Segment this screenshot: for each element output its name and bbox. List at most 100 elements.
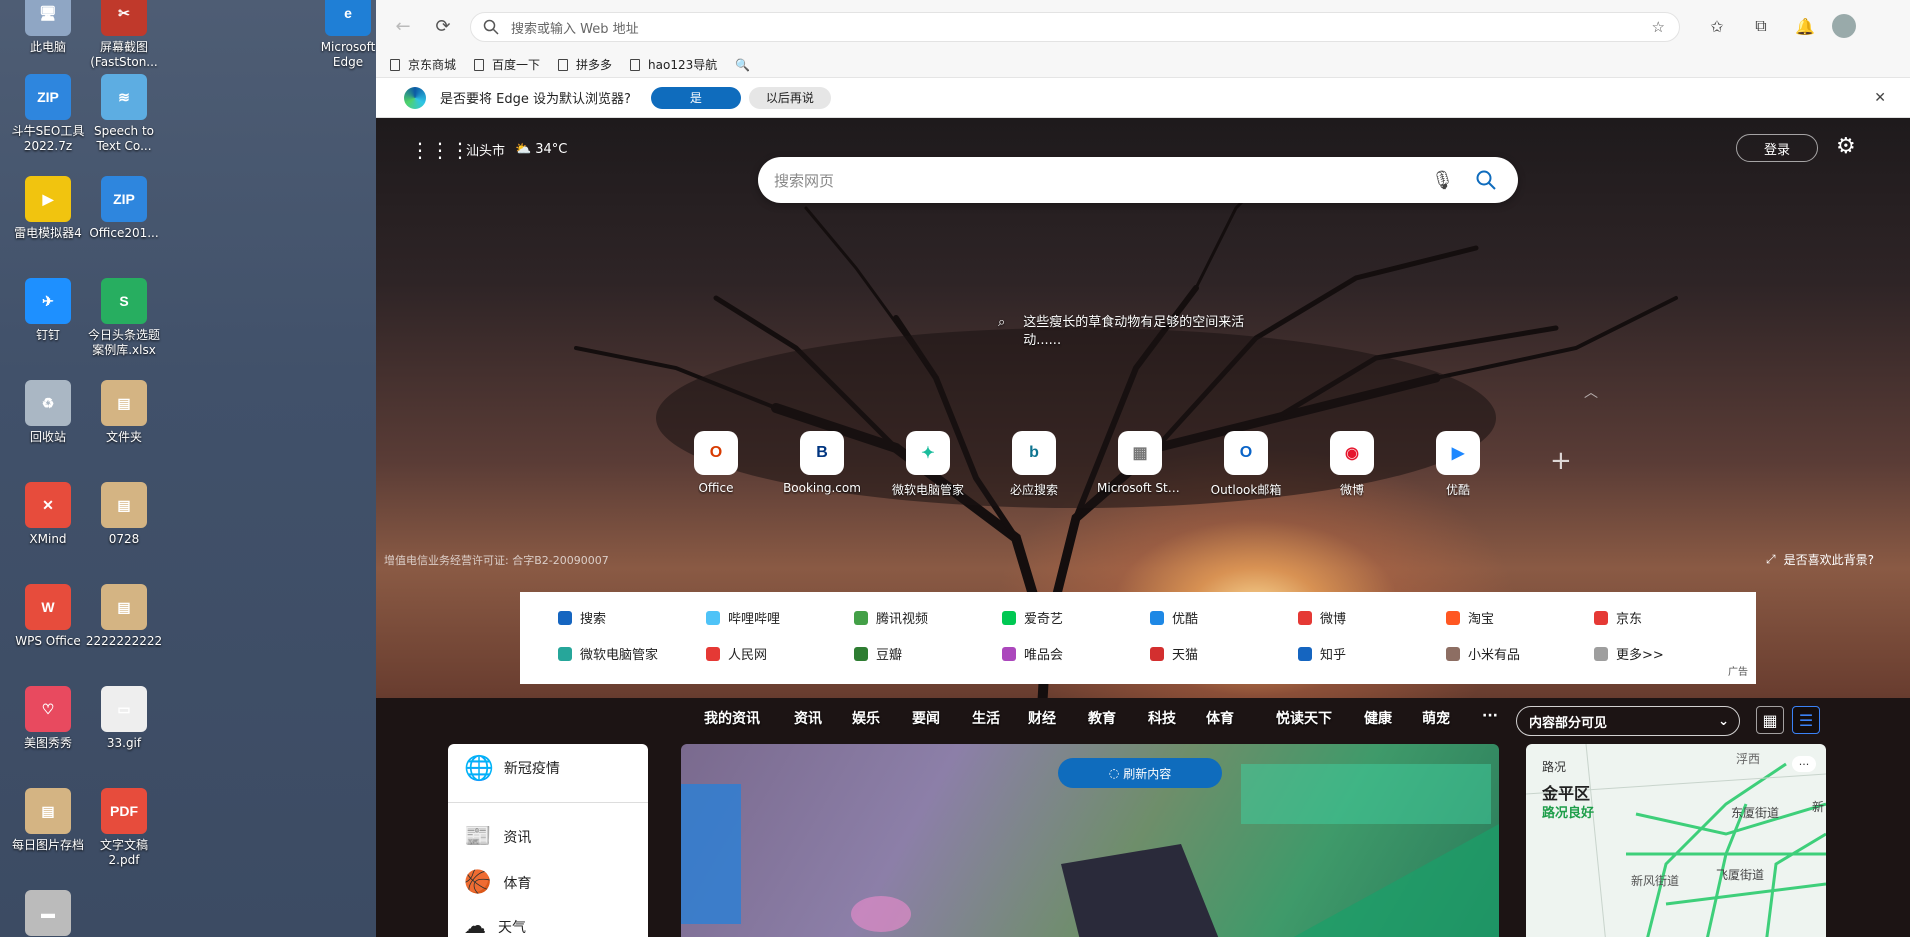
desktop-icon[interactable]: ▤ 每日图片存档 — [10, 788, 86, 853]
desktop-icon[interactable]: W WPS Office — [10, 584, 86, 649]
feed-category-tab[interactable]: ··· — [1482, 708, 1498, 724]
list-view-icon[interactable]: ☰ — [1792, 706, 1820, 734]
notifications-icon[interactable]: 🔔 — [1794, 15, 1816, 37]
desktop-icon-label: WPS Office — [15, 634, 81, 648]
desktop-icon[interactable]: ZIP 斗牛SEO工具 2022.7z — [10, 74, 86, 154]
quick-link-label: 微软电脑管家 — [891, 483, 964, 497]
desktop-icon[interactable]: e Microsoft Edge — [310, 0, 386, 70]
feed-category-tab[interactable]: 健康 — [1364, 708, 1392, 728]
topic-news[interactable]: 📰 资讯 — [464, 824, 531, 849]
favorite-item[interactable]: 百度一下 — [474, 56, 540, 73]
desktop-icon[interactable]: ▶ 雷电模拟器4 — [10, 176, 86, 241]
back-icon[interactable]: ← — [390, 13, 416, 39]
site-link[interactable]: 优酷 — [1150, 608, 1198, 627]
image-caption[interactable]: ⌕ 这些瘦长的草食动物有足够的空间来活动...... — [998, 314, 1258, 350]
desktop-icon[interactable]: ✂ 屏幕截图 (FastSton... — [86, 0, 162, 70]
topic-weather[interactable]: ☁ 天气 — [464, 914, 526, 937]
site-link[interactable]: 搜索 — [558, 608, 606, 627]
web-search-box[interactable]: 搜索网页 🎙 — [758, 157, 1518, 203]
desktop-icon[interactable]: PDF 文字文稿 2.pdf — [86, 788, 162, 868]
settings-gear-icon[interactable]: ⚙ — [1836, 134, 1856, 159]
site-link[interactable]: 微博 — [1298, 608, 1346, 627]
desktop-app-icon: e — [325, 0, 371, 36]
desktop-icon[interactable]: S 今日头条选题 案例库.xlsx — [86, 278, 162, 358]
refresh-icon[interactable]: ⟳ — [430, 13, 456, 39]
desktop-icon[interactable]: ≋ Speech to Text Co... — [86, 74, 162, 154]
feed-category-tab[interactable]: 科技 — [1148, 708, 1176, 728]
site-link[interactable]: 爱奇艺 — [1002, 608, 1063, 627]
feed-category-tab[interactable]: 财经 — [1028, 708, 1056, 728]
ask-later-button[interactable]: 以后再说 — [748, 86, 831, 109]
favorite-item[interactable]: 京东商城 — [390, 56, 456, 73]
topic-sports[interactable]: 🏀 体育 — [464, 870, 531, 895]
quick-link-tile[interactable]: b 必应搜索 — [991, 431, 1077, 498]
apps-grid-icon[interactable]: ⋮⋮⋮ — [410, 138, 470, 162]
favorites-icon[interactable]: ✩ — [1706, 15, 1728, 37]
site-link[interactable]: 人民网 — [706, 644, 767, 663]
site-link[interactable]: 唯品会 — [1002, 644, 1063, 663]
site-link[interactable]: 小米有品 — [1446, 644, 1520, 663]
close-infobar-icon[interactable]: ✕ — [1874, 90, 1886, 106]
weather-widget[interactable]: 汕头市 ⛅ 34°C — [466, 140, 567, 159]
more-options-icon[interactable]: ··· — [1792, 756, 1816, 772]
desktop-icon[interactable]: ✕ XMind — [10, 482, 86, 547]
site-link[interactable]: 京东 — [1594, 608, 1642, 627]
feed-category-tab[interactable]: 体育 — [1206, 708, 1234, 728]
address-bar[interactable]: 搜索或输入 Web 地址 ☆ — [470, 12, 1680, 42]
topic-covid[interactable]: 🌐 新冠疫情 — [464, 754, 560, 782]
content-visibility-select[interactable]: 内容部分可见 ⌄ — [1516, 706, 1740, 736]
desktop-icon[interactable]: ♡ 美图秀秀 — [10, 686, 86, 751]
microphone-icon[interactable]: 🎙 — [1431, 170, 1454, 191]
like-background-link[interactable]: ⤢ 是否喜欢此背景? — [1766, 551, 1874, 568]
desktop-icon[interactable]: ▭ 33.gif — [86, 686, 162, 751]
desktop-icon[interactable]: ▤ 2222222222 — [86, 584, 162, 649]
feed-category-tab[interactable]: 生活 — [972, 708, 1000, 728]
quick-link-tile[interactable]: O Office — [673, 431, 759, 495]
favorite-item[interactable]: hao123导航 — [630, 56, 717, 73]
traffic-map-card[interactable]: 路况 ··· 金平区 路况良好 浮西 东厦街道 飞厦街道 新风街道 新 — [1526, 744, 1826, 937]
feed-category-tab[interactable]: 娱乐 — [852, 708, 880, 728]
add-favorite-icon[interactable]: ☆ — [1652, 18, 1665, 36]
site-link[interactable]: 哔哩哔哩 — [706, 608, 780, 627]
quick-link-tile[interactable]: ▦ Microsoft Sto... — [1097, 431, 1183, 495]
desktop-icon[interactable]: ✈ 钉钉 — [10, 278, 86, 343]
grid-view-icon[interactable]: ▦ — [1756, 706, 1784, 734]
feed-category-tab[interactable]: 资讯 — [794, 708, 822, 728]
desktop-icon[interactable]: ▬ — [10, 890, 86, 937]
site-link[interactable]: 豆瓣 — [854, 644, 902, 663]
quick-link-tile[interactable]: ◉ 微博 — [1309, 431, 1395, 498]
site-link[interactable]: 天猫 — [1150, 644, 1198, 663]
set-default-yes-button[interactable]: 是 — [650, 86, 741, 109]
site-link[interactable]: 更多>> — [1594, 644, 1664, 663]
feed-category-tab[interactable]: 我的资讯 — [704, 708, 760, 728]
web-search-input[interactable]: 搜索网页 — [774, 170, 1431, 191]
search-submit-icon[interactable] — [1476, 170, 1496, 190]
add-site-plus-icon[interactable]: + — [1550, 446, 1572, 476]
feed-category-tab[interactable]: 教育 — [1088, 708, 1116, 728]
site-link[interactable]: 知乎 — [1298, 644, 1346, 663]
site-link[interactable]: 微软电脑管家 — [558, 644, 658, 663]
quick-link-tile[interactable]: ▶ 优酷 — [1415, 431, 1501, 498]
refresh-content-button[interactable]: ◌ 刷新内容 — [1058, 758, 1222, 788]
site-link[interactable]: 腾讯视频 — [854, 608, 928, 627]
quick-link-tile[interactable]: B Booking.com — [779, 431, 865, 495]
desktop-icon[interactable]: 🖥 此电脑 — [10, 0, 86, 55]
feed-category-tab[interactable]: 悦读天下 — [1276, 708, 1332, 728]
featured-news-image[interactable]: ◌ 刷新内容 — [681, 744, 1499, 937]
license-text[interactable]: 增值电信业务经营许可证: 合字B2-20090007 — [384, 552, 609, 568]
quick-link-tile[interactable]: O Outlook邮箱 — [1203, 431, 1289, 498]
quick-link-tile[interactable]: ✦ 微软电脑管家 — [885, 431, 971, 498]
search-favorite-icon[interactable]: 🔍 — [735, 58, 750, 72]
desktop-icon[interactable]: ZIP Office201... — [86, 176, 162, 241]
login-button[interactable]: 登录 — [1736, 134, 1818, 162]
desktop-icon[interactable]: ▤ 文件夹 — [86, 380, 162, 445]
feed-category-tab[interactable]: 萌宠 — [1422, 708, 1450, 728]
site-link[interactable]: 淘宝 — [1446, 608, 1494, 627]
chevron-up-icon[interactable]: ︿ — [1584, 382, 1598, 402]
favorite-item[interactable]: 拼多多 — [558, 56, 612, 73]
feed-category-tab[interactable]: 要闻 — [912, 708, 940, 728]
desktop-icon[interactable]: ▤ 0728 — [86, 482, 162, 547]
desktop-icon[interactable]: ♻ 回收站 — [10, 380, 86, 445]
profile-avatar-icon[interactable] — [1832, 14, 1856, 38]
collections-icon[interactable]: ⧉ — [1750, 15, 1772, 37]
